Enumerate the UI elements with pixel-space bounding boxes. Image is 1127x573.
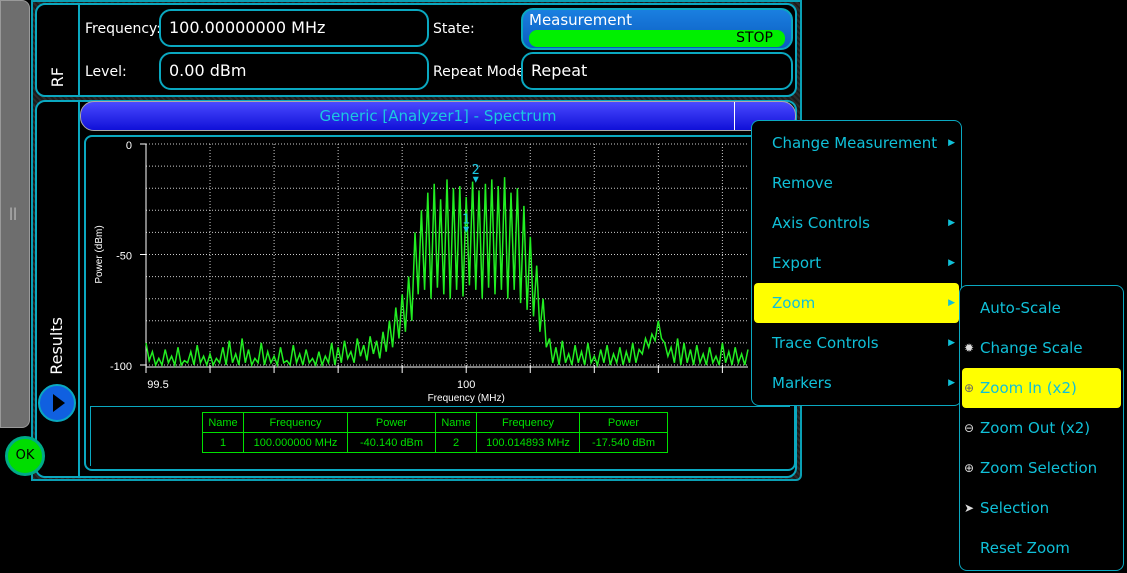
x-axis-label: Frequency (MHz) [428,393,505,404]
state-label: State: [433,21,475,37]
menu-item-selection[interactable]: ➤ Selection [962,488,1121,528]
context-menu: Change Measurement ▶ Remove Axis Controls… [751,120,962,406]
marker-2-label: 2 [472,163,480,178]
menu-item-zoom-in[interactable]: ⊕ Zoom In (x2) [962,368,1121,408]
submenu-arrow-icon: ▶ [948,338,955,348]
table-row: 1 100.000000 MHz -40.140 dBm 2 100.01489… [202,432,668,453]
submenu-arrow-icon: ▶ [948,258,955,268]
level-label: Level: [85,64,127,80]
y-axis-label: Power (dBm) [94,225,105,283]
menu-item-reset-zoom[interactable]: Reset Zoom [962,528,1121,568]
cell: 100.014893 MHz [476,432,580,453]
y-tick-label: -50 [116,251,132,263]
frequency-field[interactable]: 100.00000000 MHz [159,9,429,47]
play-icon [53,394,65,412]
submenu-arrow-icon: ▶ [948,138,955,148]
measurement-state-button[interactable]: Measurement STOP [521,8,793,50]
header-cell: Power [347,412,436,433]
menu-item-change-measurement[interactable]: Change Measurement ▶ [754,123,959,163]
menu-item-zoom-out[interactable]: ⊖ Zoom Out (x2) [962,408,1121,448]
submenu-arrow-icon: ▶ [948,378,955,388]
repeat-mode-field[interactable]: Repeat [521,52,793,90]
stop-status-bar: STOP [529,30,785,47]
frequency-label: Frequency: [85,21,162,37]
grip-icon: || [9,206,18,220]
menu-item-export[interactable]: Export ▶ [754,243,959,283]
zoom-out-icon: ⊖ [964,421,975,435]
left-panel-handle[interactable]: || [0,0,30,428]
rf-section: RF Frequency: 100.00000000 MHz Level: 0.… [35,3,797,97]
measurement-label: Measurement [529,11,632,29]
menu-item-auto-scale[interactable]: Auto-Scale [962,288,1121,328]
menu-item-zoom-selection[interactable]: ⊕ Zoom Selection [962,448,1121,488]
menu-item-trace-controls[interactable]: Trace Controls ▶ [754,323,959,363]
menu-item-change-scale[interactable]: ✹ Change Scale [962,328,1121,368]
y-tick-label: -100 [110,361,132,373]
gear-icon: ✹ [964,341,975,355]
x-tick-label: 100 [457,379,475,391]
marker-table: Name Frequency Power Name Frequency Powe… [202,412,668,453]
submenu-arrow-icon: ▶ [948,218,955,228]
ok-button[interactable]: OK [5,436,45,476]
header-cell: Frequency [476,412,580,433]
zoom-submenu: Auto-Scale ✹ Change Scale ⊕ Zoom In (x2) ⊖… [959,285,1124,571]
cell: -40.140 dBm [347,432,436,453]
cell: 100.000000 MHz [243,432,348,453]
menu-item-remove[interactable]: Remove [754,163,959,203]
cell: -17.540 dBm [579,432,668,453]
level-field[interactable]: 0.00 dBm [159,52,429,90]
results-label: Results [47,317,66,375]
marker-1-label: 1 [462,213,470,228]
header-cell: Name [435,412,477,433]
play-button[interactable] [38,384,76,422]
menu-item-zoom[interactable]: Zoom ▶ [754,283,959,323]
zoom-in-magnifier-icon: ⊕ [964,381,975,395]
menu-item-markers[interactable]: Markers ▶ [754,363,959,403]
x-tick-label: 99.5 [147,379,168,391]
zoom-selection-icon: ⊕ [964,461,975,475]
spectrum-trace [145,177,749,368]
menu-item-axis-controls[interactable]: Axis Controls ▶ [754,203,959,243]
cell: 1 [202,432,244,453]
rf-label: RF [48,66,67,87]
header-cell: Power [579,412,668,433]
repeat-mode-label: Repeat Mode: [433,64,530,80]
cell: 2 [435,432,477,453]
submenu-arrow-icon: ▶ [948,298,955,308]
measurement-title-bar[interactable]: Generic [Analyzer1] - Spectrum [80,101,796,131]
marker-table-header: Name Frequency Power Name Frequency Powe… [202,412,668,433]
header-cell: Name [202,412,244,433]
header-cell: Frequency [243,412,348,433]
spectrum-chart[interactable]: 0 -50 -100 99.5 100 Frequency (MHz) Power (dBm… [84,135,764,407]
y-tick-label: 0 [126,140,132,152]
pointer-icon: ➤ [964,501,975,515]
measurement-title: Generic [Analyzer1] - Spectrum [319,107,557,125]
